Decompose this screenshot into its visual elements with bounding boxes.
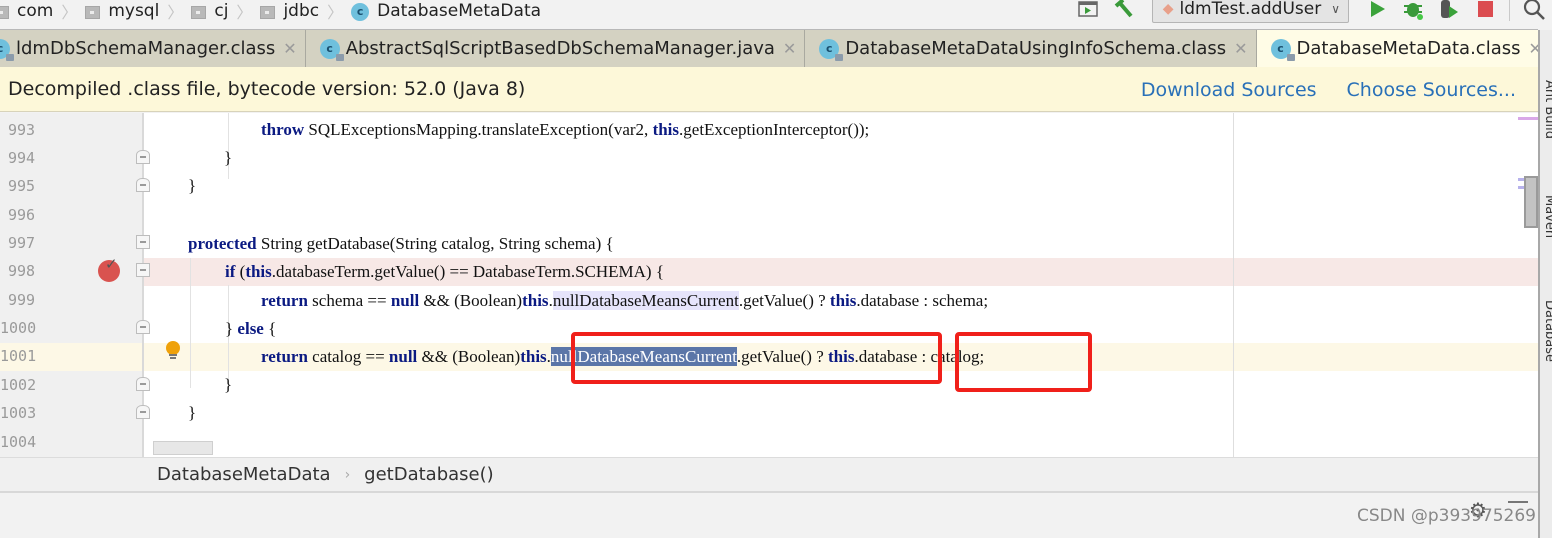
run-config-icon: ◆ bbox=[1162, 1, 1174, 17]
coverage-icon[interactable] bbox=[1437, 0, 1461, 21]
fold-end-icon[interactable] bbox=[136, 320, 150, 334]
toolbar-divider bbox=[1509, 0, 1510, 21]
package-icon bbox=[0, 5, 9, 19]
editor-tab-bar: c ldmDbSchemaManager.class ✕ c AbstractS… bbox=[0, 29, 1552, 67]
decompiled-banner: Decompiled .class file, bytecode version… bbox=[0, 67, 1538, 112]
debug-icon[interactable] bbox=[1401, 0, 1425, 21]
annotation-box-this-database bbox=[955, 332, 1092, 392]
code-line-994: } bbox=[224, 148, 233, 167]
package-icon bbox=[191, 5, 207, 19]
side-tab-ant-build[interactable]: Ant Build bbox=[1542, 80, 1552, 139]
horizontal-scrollbar[interactable] bbox=[153, 441, 213, 455]
nav-crumb-mysql[interactable]: mysql bbox=[85, 1, 159, 25]
line-number: 999 bbox=[8, 291, 36, 309]
chevron-right-icon: › bbox=[344, 466, 351, 483]
choose-sources-link[interactable]: Choose Sources... bbox=[1347, 79, 1516, 101]
run-config-select[interactable]: ◆ ldmTest.addUser ∨ bbox=[1151, 0, 1349, 23]
build-hammer-icon[interactable] bbox=[1112, 0, 1136, 21]
chevron-right-icon: 〉 bbox=[167, 3, 184, 22]
close-icon[interactable]: ✕ bbox=[283, 39, 296, 58]
breadcrumb-class[interactable]: DatabaseMetaData bbox=[157, 464, 331, 485]
navigation-bar: com 〉 mysql 〉 cj 〉 jdbc 〉 c DatabaseMetaD… bbox=[0, 0, 1552, 30]
nav-crumb-jdbc[interactable]: jdbc bbox=[260, 1, 319, 25]
line-number: 997 bbox=[8, 234, 36, 252]
side-tab-database[interactable]: Database bbox=[1542, 300, 1552, 362]
tab-ldm-db-schema-manager[interactable]: c ldmDbSchemaManager.class ✕ bbox=[0, 30, 306, 67]
lightbulb-intention-icon[interactable] bbox=[165, 341, 181, 361]
tab-abstract-sql-script-manager[interactable]: c AbstractSqlScriptBasedDbSchemaManager.… bbox=[306, 30, 806, 67]
nav-crumb-com[interactable]: com bbox=[0, 1, 53, 25]
identifier-usage-highlight: nullDatabaseMeansCurrent bbox=[552, 291, 739, 310]
package-icon bbox=[85, 5, 101, 19]
indent-guide bbox=[190, 258, 191, 388]
code-line-993: throw SQLExceptionsMapping.translateExce… bbox=[261, 120, 870, 139]
run-config-label: ldmTest.addUser bbox=[1179, 0, 1322, 19]
code-line-997: protected String getDatabase(String cata… bbox=[188, 234, 614, 253]
code-line-1000: } else { bbox=[225, 319, 277, 338]
line-number: 1004 bbox=[0, 433, 37, 451]
tab-label: DatabaseMetaDataUsingInfoSchema.class bbox=[845, 38, 1227, 59]
main-toolbar: ◆ ldmTest.addUser ∨ bbox=[1070, 0, 1552, 30]
code-line-998: if (this.databaseTerm.getValue() == Data… bbox=[225, 262, 664, 281]
fold-end-icon[interactable] bbox=[136, 178, 150, 192]
error-stripe-marker[interactable] bbox=[1518, 117, 1538, 120]
fold-end-icon[interactable] bbox=[136, 377, 150, 391]
class-file-icon: c bbox=[819, 38, 844, 61]
chevron-right-icon: 〉 bbox=[61, 3, 78, 22]
tab-label: DatabaseMetaData.class bbox=[1296, 38, 1521, 59]
code-line-995: } bbox=[188, 176, 197, 195]
status-bar bbox=[0, 495, 1538, 538]
close-icon[interactable]: ✕ bbox=[1234, 39, 1247, 58]
line-number: 998 bbox=[8, 262, 36, 280]
line-number: 995 bbox=[8, 177, 36, 195]
side-tab-maven[interactable]: Maven bbox=[1542, 195, 1552, 238]
watermark: CSDN @p393975269 bbox=[1356, 506, 1536, 526]
search-icon[interactable] bbox=[1522, 0, 1546, 21]
code-line-999: return schema == null && (Boolean)this.n… bbox=[261, 291, 989, 310]
line-number: 1000 bbox=[0, 319, 37, 337]
fold-end-icon[interactable] bbox=[136, 150, 150, 164]
line-number: 1003 bbox=[0, 404, 37, 422]
package-icon bbox=[260, 5, 276, 19]
code-line-1002: } bbox=[224, 375, 233, 394]
class-file-icon: c bbox=[0, 38, 14, 61]
line-number: 1002 bbox=[0, 376, 37, 394]
vertical-scrollbar-thumb[interactable] bbox=[1524, 176, 1538, 228]
tab-database-metadata[interactable]: c DatabaseMetaData.class ✕ bbox=[1256, 30, 1551, 67]
minimize-icon[interactable] bbox=[1508, 501, 1528, 503]
nav-crumb-class[interactable]: c DatabaseMetaData bbox=[351, 1, 541, 25]
line-number: 1001 bbox=[0, 347, 37, 365]
right-margin-guide bbox=[1233, 113, 1234, 457]
code-editor[interactable]: throw SQLExceptionsMapping.translateExce… bbox=[144, 113, 1538, 457]
chevron-down-icon: ∨ bbox=[1331, 2, 1340, 16]
close-icon[interactable]: ✕ bbox=[783, 39, 796, 58]
class-icon: c bbox=[351, 3, 370, 21]
nav-crumb-cj[interactable]: cj bbox=[191, 1, 228, 25]
breadcrumb-method[interactable]: getDatabase() bbox=[364, 464, 494, 485]
tab-database-metadata-using-info-schema[interactable]: c DatabaseMetaDataUsingInfoSchema.class … bbox=[805, 30, 1257, 67]
chevron-right-icon: 〉 bbox=[236, 3, 253, 22]
structure-breadcrumb-bar: DatabaseMetaData › getDatabase() bbox=[0, 457, 1538, 493]
download-sources-link[interactable]: Download Sources bbox=[1141, 79, 1317, 101]
fold-start-icon[interactable] bbox=[136, 235, 150, 249]
chevron-right-icon: 〉 bbox=[327, 3, 344, 22]
run-to-cursor-icon[interactable] bbox=[1076, 0, 1100, 21]
tab-label: ldmDbSchemaManager.class bbox=[16, 38, 276, 59]
line-number: 994 bbox=[8, 149, 36, 167]
banner-message: Decompiled .class file, bytecode version… bbox=[8, 78, 526, 100]
line-number: 993 bbox=[8, 121, 36, 139]
stop-icon[interactable] bbox=[1473, 0, 1497, 21]
fold-start-icon[interactable] bbox=[136, 263, 150, 277]
code-line-1003: } bbox=[188, 403, 197, 422]
line-number: 996 bbox=[8, 206, 36, 224]
class-file-icon: c bbox=[1270, 38, 1295, 61]
fold-end-icon[interactable] bbox=[136, 405, 150, 419]
breakpoint-verified-check-icon: ✓ bbox=[105, 255, 118, 273]
run-icon[interactable] bbox=[1365, 0, 1389, 21]
tab-label: AbstractSqlScriptBasedDbSchemaManager.ja… bbox=[345, 38, 775, 59]
annotation-box-null-database-means-current bbox=[571, 332, 942, 384]
class-file-icon: c bbox=[319, 38, 344, 61]
